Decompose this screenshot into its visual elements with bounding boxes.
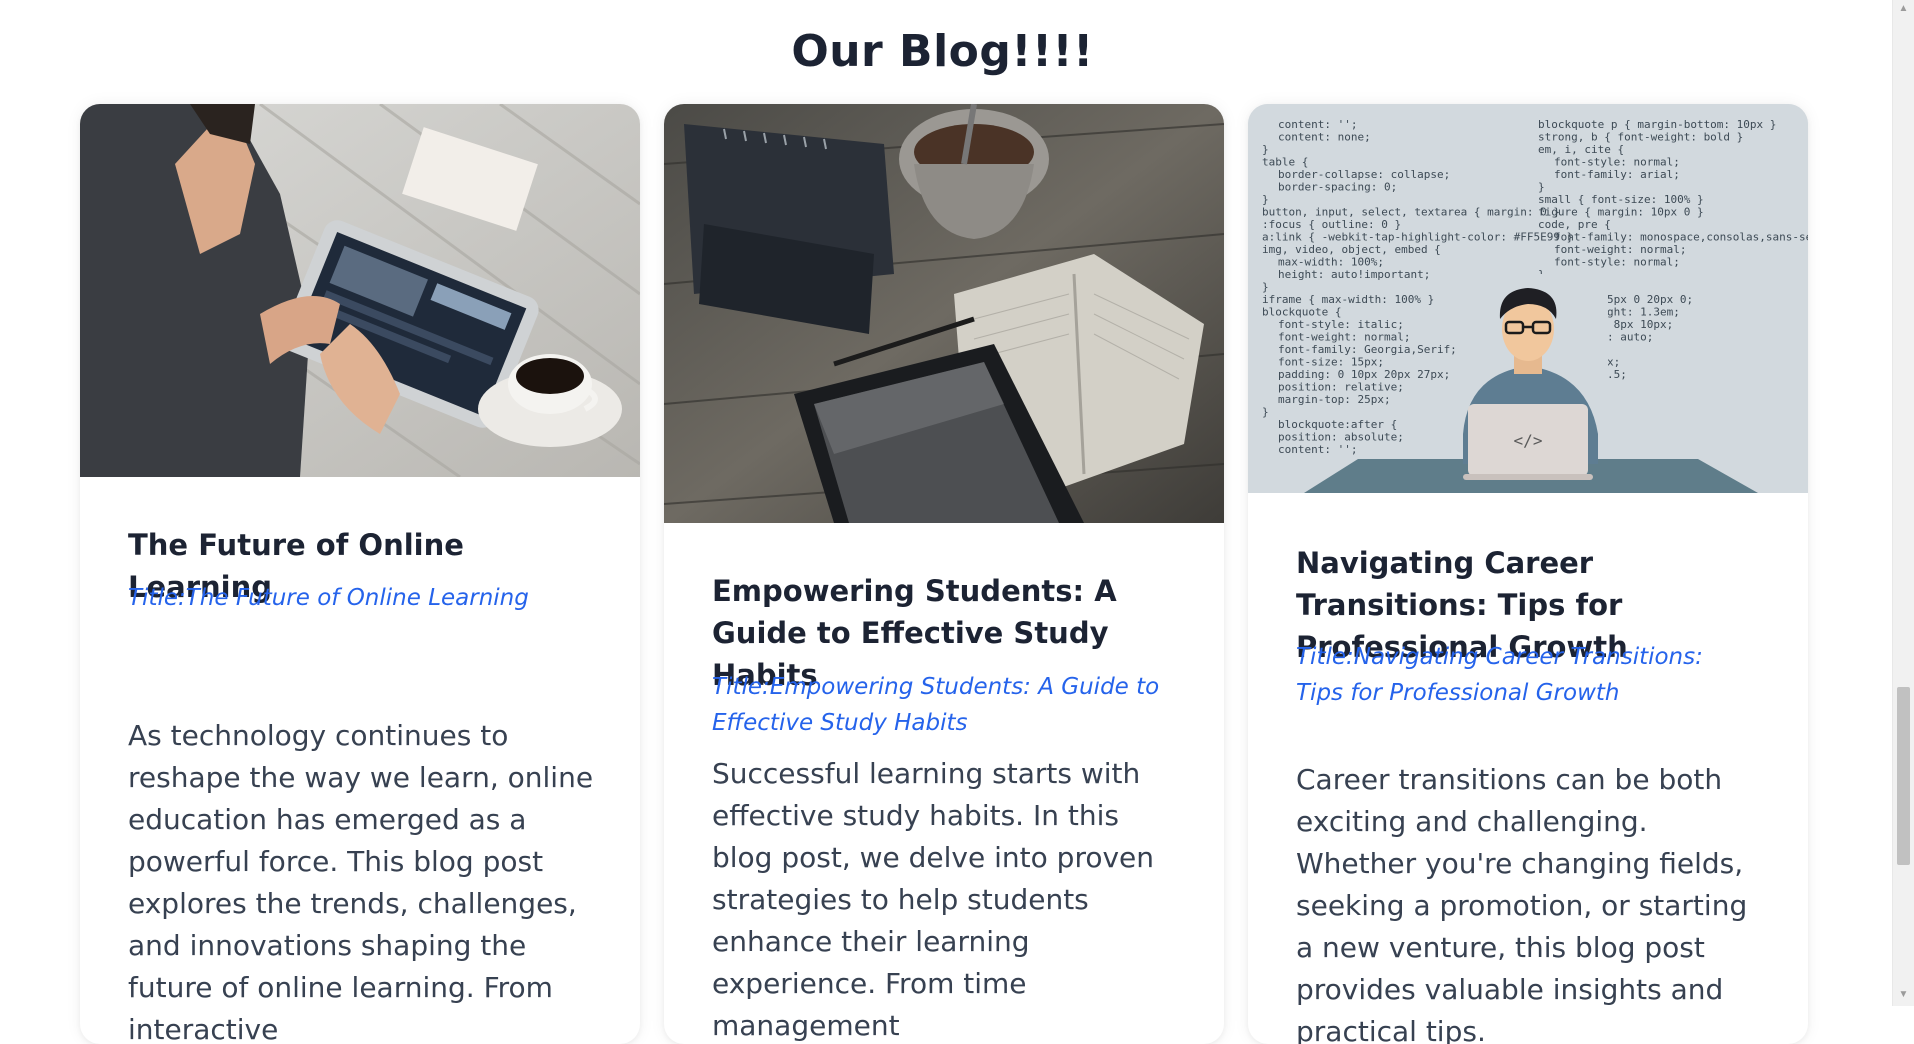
blog-card-image[interactable]	[80, 104, 640, 477]
scroll-up-arrow-icon[interactable]: ▲	[1897, 2, 1910, 16]
blog-card-subtitle: Title:Navigating Career Transitions: Tip…	[1296, 644, 1703, 706]
code-line: table {	[1262, 156, 1308, 169]
blog-card-subtitle: Title:Empowering Students: A Guide to Ef…	[712, 674, 1160, 736]
code-line: blockquote p { margin-bottom: 10px }	[1538, 118, 1776, 131]
scrollbar-thumb[interactable]	[1897, 687, 1910, 865]
scroll-down-arrow-icon[interactable]: ▼	[1897, 988, 1910, 1002]
code-line: figure { margin: 10px 0 }	[1538, 206, 1704, 219]
blog-card[interactable]: content: ''; content: none;} table {border…	[1248, 104, 1808, 1044]
code-line: margin-top: 25px;	[1278, 393, 1391, 406]
section-heading: Our Blog!!!!	[791, 26, 1094, 77]
blog-card-image[interactable]: content: ''; content: none;} table {border…	[1248, 104, 1808, 493]
laptop-code-symbol: </>	[1514, 431, 1543, 450]
code-line: small { font-size: 100% }	[1538, 193, 1704, 206]
code-line: max-width: 100%;	[1278, 256, 1384, 269]
code-line: blockquote:after {	[1278, 418, 1397, 431]
code-line: height: auto!important;	[1278, 268, 1430, 281]
code-line: font-weight: normal;	[1278, 331, 1410, 344]
code-line: }	[1262, 281, 1269, 294]
code-line: content: '';	[1278, 118, 1357, 131]
blog-card-body: As technology continues to reshape the w…	[128, 719, 594, 1044]
code-line: border-spacing: 0;	[1278, 181, 1397, 194]
code-line: strong, b { font-weight: bold }	[1538, 131, 1743, 144]
blog-card-body: Career transitions can be both exciting …	[1296, 763, 1748, 1044]
code-line: }	[1262, 193, 1269, 206]
code-line: content: '';	[1278, 443, 1357, 456]
blog-card-body: Successful learning starts with effectiv…	[712, 757, 1155, 1042]
code-line: button, input, select, textarea { margin…	[1262, 206, 1560, 219]
blog-section: Our Blog!!!! The Future of Online Learni…	[0, 0, 1893, 1044]
blog-card-image[interactable]	[664, 104, 1224, 523]
code-line: iframe { max-width: 100% }	[1262, 293, 1434, 306]
code-line: content: none;	[1278, 131, 1371, 144]
code-line: em, i, cite {	[1538, 143, 1624, 156]
code-line: border-collapse: collapse;	[1278, 168, 1450, 181]
blog-card-subtitle: Title:The Future of Online Learning	[128, 585, 529, 611]
code-line: position: absolute;	[1278, 431, 1404, 444]
code-line: padding: 0 10px 20px 27px;	[1278, 368, 1450, 381]
code-line: img, video, object, embed {	[1262, 243, 1441, 256]
vertical-scrollbar[interactable]: ▲ ▼	[1892, 0, 1914, 1006]
code-line: font-style: italic;	[1278, 318, 1404, 331]
code-line: position: relative;	[1278, 381, 1404, 394]
code-line: }	[1262, 406, 1269, 419]
blog-card[interactable]: Empowering Students: A Guide to Effectiv…	[664, 104, 1224, 1044]
developer-illustration: content: '';content: none;}table {border…	[1248, 104, 1808, 493]
code-line: :focus { outline: 0 }	[1262, 218, 1401, 231]
code-line: blockquote {	[1262, 306, 1341, 319]
code-line: code, pre {	[1538, 218, 1611, 231]
code-line: font-size: 15px;	[1278, 356, 1384, 369]
code-line: }	[1538, 181, 1545, 194]
blog-card[interactable]: The Future of Online Learning Title:The …	[80, 104, 640, 1044]
tablet-photo	[80, 104, 640, 477]
code-line: font-family: arial;	[1554, 168, 1680, 181]
code-line: font-family: monospace,consolas,sans-ser…	[1554, 231, 1808, 244]
code-line: }	[1262, 143, 1269, 156]
code-line: font-style: normal;	[1554, 256, 1680, 269]
notebook-photo	[664, 104, 1224, 523]
code-line: font-family: Georgia,Serif;	[1278, 343, 1457, 356]
code-line: font-weight: normal;	[1554, 243, 1686, 256]
code-line: font-style: normal;	[1554, 156, 1680, 169]
code-line: a:link { -webkit-tap-highlight-color: #F…	[1262, 231, 1573, 244]
